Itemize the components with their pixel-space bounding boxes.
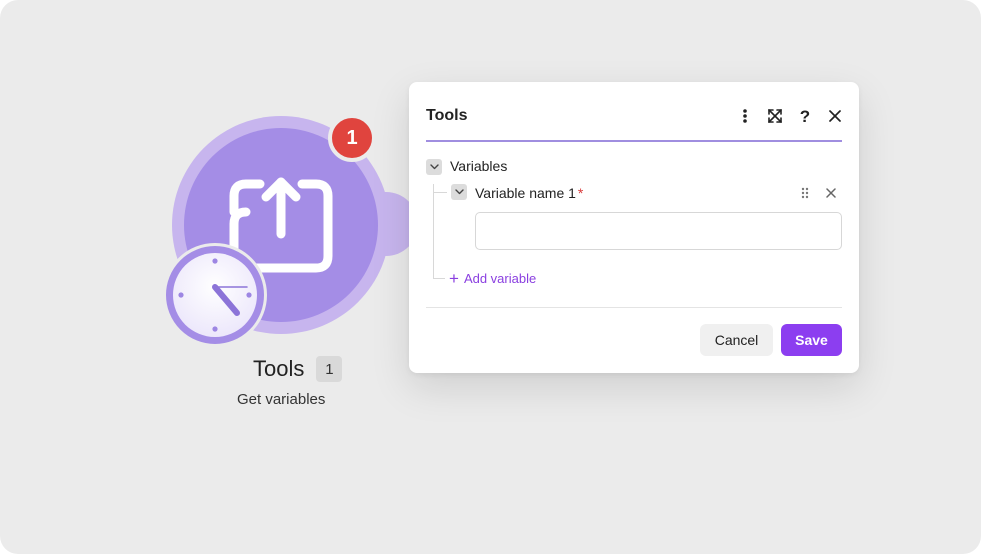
module-count-badge: 1 (316, 356, 343, 382)
required-marker: * (577, 185, 584, 201)
expand-icon[interactable] (763, 104, 787, 128)
drag-handle-icon[interactable] (796, 184, 814, 202)
dialog-title: Tools (426, 107, 468, 124)
tree-guide-branch (433, 278, 445, 279)
save-button[interactable]: Save (781, 324, 842, 356)
footer-divider (426, 307, 842, 308)
module-settings-dialog: Tools ? Variables Variable name 1 * + Ad… (409, 82, 859, 373)
add-variable-button[interactable]: + Add variable (449, 270, 536, 287)
tree-guide-line (433, 184, 434, 278)
variables-collapse-toggle[interactable] (426, 159, 442, 175)
chevron-down-icon (454, 189, 464, 195)
plus-icon: + (449, 269, 459, 288)
help-label: ? (799, 106, 811, 126)
module-subtitle: Get variables (237, 391, 326, 408)
chevron-down-icon (429, 164, 439, 170)
variables-section-label: Variables (450, 158, 508, 174)
dialog-header: Tools ? (426, 96, 842, 142)
variable-item-label: Variable name 1 * (475, 185, 583, 201)
add-variable-label: Add variable (463, 271, 537, 286)
cancel-button[interactable]: Cancel (700, 324, 773, 356)
module-title-row: Tools 1 (253, 354, 343, 384)
help-icon[interactable]: ? (793, 104, 817, 128)
variable-name-input[interactable] (475, 212, 842, 250)
tree-guide-branch (433, 192, 447, 193)
remove-variable-icon[interactable] (822, 184, 840, 202)
variable-item-collapse-toggle[interactable] (451, 184, 467, 200)
error-count-badge[interactable]: 1 (328, 114, 376, 162)
scenario-canvas[interactable]: 1 Tools 1 Get variables Tools ? Variable… (0, 0, 981, 554)
more-vertical-icon[interactable] (733, 104, 757, 128)
clock-icon[interactable] (171, 251, 259, 339)
variable-name-label: Variable name 1 (475, 185, 576, 201)
module-title: Tools (253, 356, 305, 381)
close-icon[interactable] (823, 104, 847, 128)
